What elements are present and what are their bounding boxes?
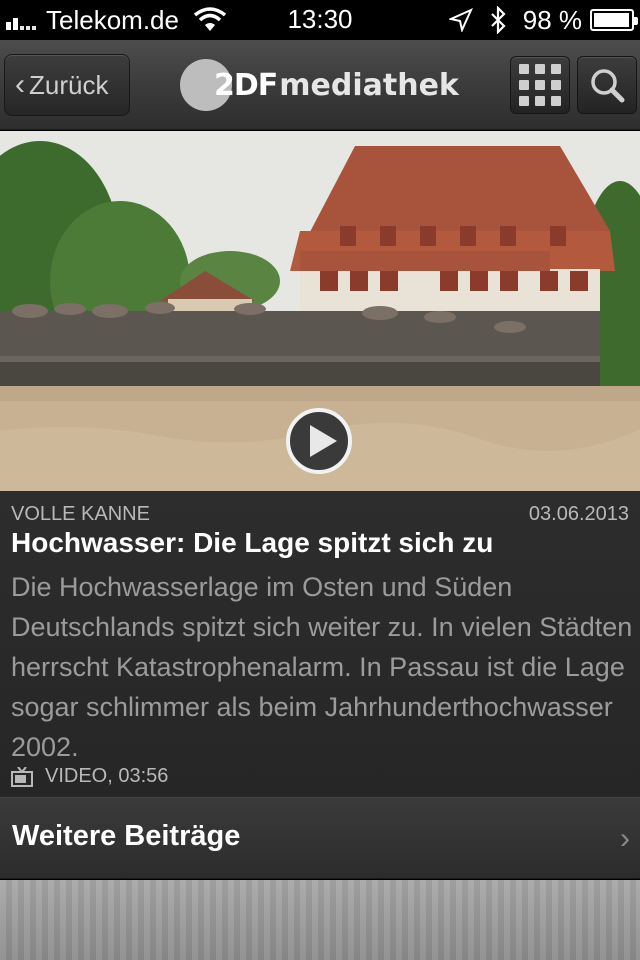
back-button[interactable]: ‹ Zurück: [4, 54, 130, 116]
article-summary: Die Hochwasserlage im Osten und Süden De…: [11, 572, 633, 762]
logo-text: mediathek: [279, 67, 459, 103]
battery-icon: [590, 9, 638, 31]
bluetooth-icon: [490, 6, 506, 34]
zdf-mediathek-logo: 2DF mediathek: [180, 56, 459, 114]
menu-grid-button[interactable]: [510, 56, 570, 114]
battery-level: [594, 13, 630, 27]
video-meta: VIDEO, 03:56: [11, 765, 168, 788]
grid-icon: [519, 64, 561, 106]
chevron-right-icon: ›: [620, 822, 630, 855]
more-articles-row[interactable]: Weitere Beiträge ›: [0, 797, 640, 879]
chevron-left-icon: ‹: [15, 68, 25, 101]
status-bar: Telekom.de 13:30 98 %: [0, 0, 640, 40]
article-headline: Hochwasser: Die Lage spitzt sich zu: [11, 527, 494, 558]
battery-percentage: 98 %: [522, 4, 582, 35]
show-name: VOLLE KANNE: [11, 503, 150, 525]
search-button[interactable]: [577, 56, 637, 114]
video-duration: VIDEO, 03:56: [45, 765, 169, 787]
search-icon: [591, 69, 625, 103]
logo-mark: 2DF: [214, 67, 278, 103]
back-button-label: Zurück: [29, 69, 109, 100]
video-thumbnail[interactable]: [0, 131, 640, 491]
location-arrow-icon: [448, 8, 473, 32]
tv-icon: [11, 766, 33, 787]
more-articles-label: Weitere Beiträge: [12, 820, 241, 852]
play-icon[interactable]: [286, 408, 352, 474]
signal-strength-icon: [6, 10, 38, 30]
wifi-icon: [193, 7, 227, 31]
carrier-name: Telekom.de: [46, 4, 179, 35]
article-card[interactable]: VOLLE KANNE 03.06.2013 Hochwasser: Die L…: [0, 491, 640, 797]
publish-date: 03.06.2013: [528, 503, 629, 525]
background-pattern: [0, 880, 640, 960]
navigation-bar: ‹ Zurück 2DF mediathek: [0, 40, 640, 130]
